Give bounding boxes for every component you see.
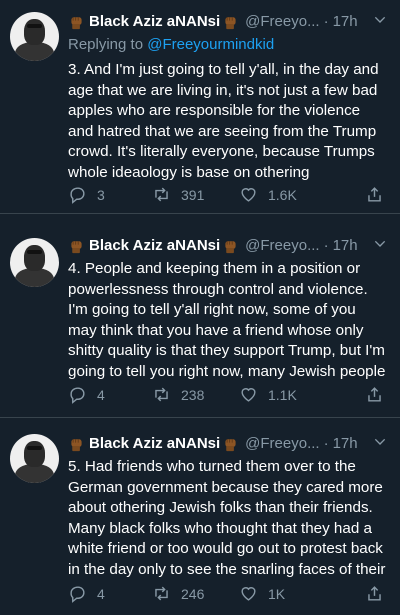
like-count: 1K [268, 585, 286, 602]
retweet-button[interactable]: 238 [152, 385, 204, 404]
tweet-actions: 3 391 1.6K [68, 185, 398, 205]
retweet-count: 246 [181, 585, 205, 602]
chevron-down-icon[interactable] [372, 236, 388, 252]
tweet-actions: 4 246 1K [68, 584, 398, 604]
separator-dot: · [323, 236, 329, 254]
user-handle[interactable]: @Freeyo... [245, 237, 319, 254]
reply-icon [70, 387, 85, 404]
display-name[interactable]: Black Aziz aNANsi [89, 13, 220, 30]
user-handle[interactable]: @Freeyo... [245, 13, 319, 30]
heart-icon [241, 388, 256, 402]
share-icon [368, 586, 381, 601]
reply-mention-link[interactable]: @Freeyourmindkid [147, 36, 274, 53]
retweet-button[interactable]: 246 [152, 584, 204, 603]
tweet-header: Black Aziz aNANsi @Freeyo... · 17h [68, 10, 390, 32]
display-name[interactable]: Black Aziz aNANsi [89, 237, 220, 254]
raised-fist-emoji-icon [225, 16, 236, 29]
tweet-actions: 4 238 1.1K [68, 385, 398, 405]
reply-count: 4 [97, 585, 105, 602]
raised-fist-emoji-icon [71, 438, 82, 451]
tweet-text: 4. People and keeping them in a position… [68, 260, 386, 380]
chevron-down-icon[interactable] [372, 12, 388, 28]
raised-fist-emoji-icon [71, 240, 82, 253]
raised-fist-emoji-icon [225, 240, 236, 253]
like-count: 1.6K [268, 186, 297, 203]
heart-icon [241, 188, 256, 202]
user-handle[interactable]: @Freeyo... [245, 435, 319, 452]
display-name[interactable]: Black Aziz aNANsi [89, 435, 220, 452]
replying-to-label: Replying to [68, 36, 144, 53]
reply-icon [70, 187, 85, 204]
share-button[interactable] [365, 584, 384, 603]
separator-dot: · [323, 12, 329, 30]
raised-fist-emoji-icon [71, 16, 82, 29]
reply-icon [70, 586, 85, 603]
chevron-down-icon[interactable] [372, 434, 388, 450]
retweet-icon [155, 187, 168, 202]
avatar[interactable] [10, 12, 59, 61]
like-button[interactable]: 1.1K [239, 385, 297, 404]
replying-to: Replying to @Freeyourmindkid [68, 36, 274, 53]
retweet-button[interactable]: 391 [152, 185, 204, 204]
like-button[interactable]: 1K [239, 584, 285, 603]
retweet-icon [155, 586, 168, 601]
tweet-1[interactable]: Black Aziz aNANsi @Freeyo... · 17h Reply… [0, 0, 400, 214]
tweet-text: 3. And I'm just going to tell y'all, in … [68, 61, 379, 181]
reply-button[interactable]: 4 [68, 584, 105, 603]
timestamp[interactable]: 17h [333, 237, 358, 254]
like-button[interactable]: 1.6K [239, 185, 297, 204]
separator-dot: · [323, 434, 329, 452]
reply-count: 3 [97, 186, 105, 203]
avatar[interactable] [10, 434, 59, 483]
tweet-2[interactable]: Black Aziz aNANsi @Freeyo... · 17h 4. Pe… [0, 214, 400, 418]
tweet-3[interactable]: Black Aziz aNANsi @Freeyo... · 17h 5. Ha… [0, 418, 400, 615]
raised-fist-emoji-icon [225, 438, 236, 451]
retweet-count: 238 [181, 386, 205, 403]
tweet-header: Black Aziz aNANsi @Freeyo... · 17h [68, 432, 390, 454]
like-count: 1.1K [268, 386, 297, 403]
reply-button[interactable]: 3 [68, 185, 105, 204]
avatar[interactable] [10, 238, 59, 287]
heart-icon [241, 587, 256, 601]
share-icon [368, 187, 381, 202]
tweet-text: 5. Had friends who turned them over to t… [68, 458, 386, 578]
timestamp[interactable]: 17h [333, 435, 358, 452]
share-button[interactable] [365, 385, 384, 404]
retweet-icon [155, 387, 168, 402]
timestamp[interactable]: 17h [333, 13, 358, 30]
tweet-header: Black Aziz aNANsi @Freeyo... · 17h [68, 234, 390, 256]
share-icon [368, 387, 381, 402]
reply-count: 4 [97, 386, 105, 403]
retweet-count: 391 [181, 186, 205, 203]
reply-button[interactable]: 4 [68, 385, 105, 404]
share-button[interactable] [365, 185, 384, 204]
